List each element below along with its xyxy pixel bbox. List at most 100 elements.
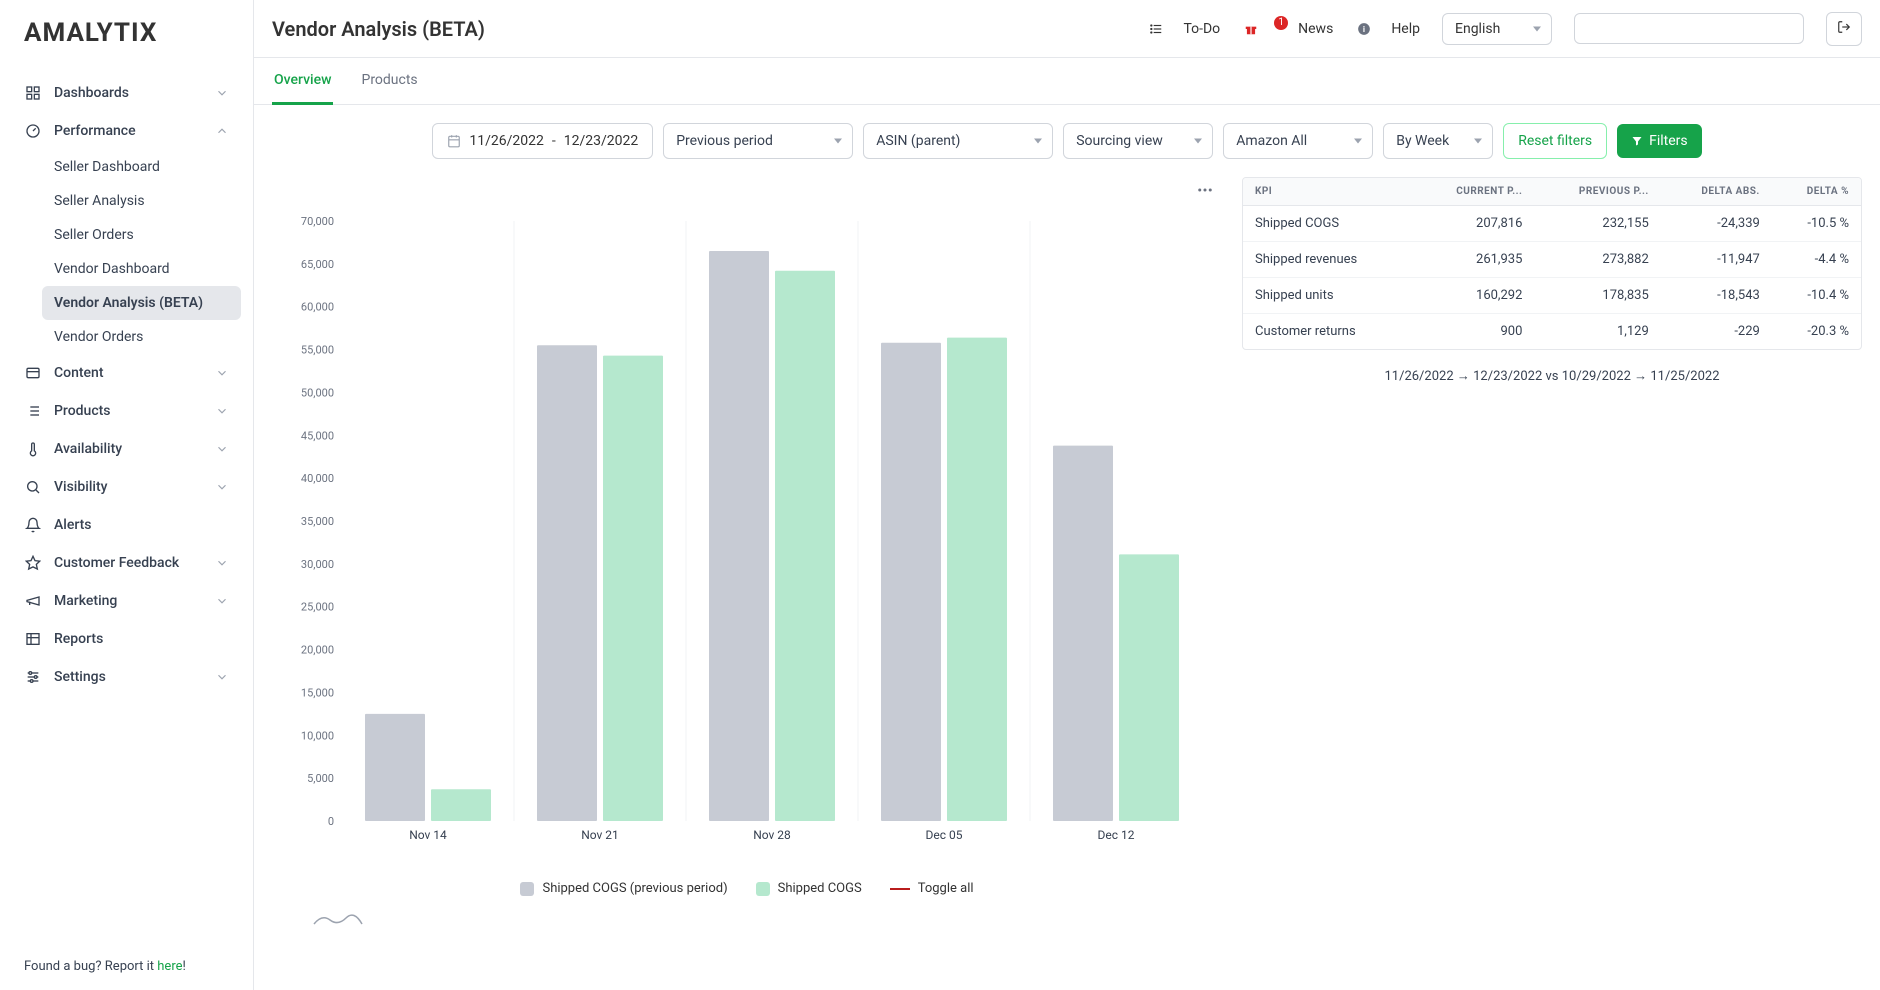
- nav-sub-seller-dashboard[interactable]: Seller Dashboard: [42, 150, 241, 184]
- nav-sub-vendor-orders[interactable]: Vendor Orders: [42, 320, 241, 354]
- nav-item-availability[interactable]: Availability: [12, 430, 241, 468]
- chart-more-icon[interactable]: [1192, 177, 1218, 207]
- nav-sub-seller-orders[interactable]: Seller Orders: [42, 218, 241, 252]
- list-icon: [24, 402, 42, 420]
- nav-sub-seller-analysis[interactable]: Seller Analysis: [42, 184, 241, 218]
- megaphone-icon: [24, 592, 42, 610]
- main: Vendor Analysis (BETA) To-Do 1 News i He…: [254, 0, 1880, 990]
- news-badge: 1: [1274, 16, 1288, 30]
- marketplace-select[interactable]: Amazon All: [1223, 123, 1373, 159]
- kpi-col-2: PREVIOUS P...: [1534, 178, 1660, 206]
- kpi-row[interactable]: Customer returns9001,129-229-20.3 %: [1243, 314, 1861, 350]
- top-search-input[interactable]: [1574, 13, 1804, 44]
- nav-item-reports[interactable]: Reports: [12, 620, 241, 658]
- chart-legend: Shipped COGS (previous period) Shipped CO…: [272, 881, 1222, 896]
- svg-text:50,000: 50,000: [301, 386, 334, 399]
- help-link[interactable]: i Help: [1355, 20, 1420, 38]
- kpi-col-4: DELTA %: [1772, 178, 1861, 206]
- view-select[interactable]: Sourcing view: [1063, 123, 1213, 159]
- svg-text:5,000: 5,000: [307, 772, 334, 785]
- svg-text:15,000: 15,000: [301, 686, 334, 699]
- tab-overview[interactable]: Overview: [272, 58, 333, 105]
- compare-select[interactable]: Previous period: [663, 123, 853, 159]
- nav-item-performance[interactable]: Performance: [12, 112, 241, 150]
- kpi-row[interactable]: Shipped revenues261,935273,882-11,947-4.…: [1243, 242, 1861, 278]
- chevron-down-icon: [215, 404, 229, 418]
- tabs: Overview Products: [254, 58, 1880, 105]
- svg-text:Dec 12: Dec 12: [1098, 828, 1135, 842]
- chevron-down-icon: [215, 556, 229, 570]
- svg-text:35,000: 35,000: [301, 515, 334, 528]
- info-icon: i: [1355, 20, 1373, 38]
- calendar-icon: [447, 134, 461, 148]
- kpi-col-1: CURRENT P...: [1413, 178, 1534, 206]
- filters-button[interactable]: Filters: [1617, 124, 1702, 158]
- language-select[interactable]: English: [1442, 13, 1552, 45]
- gift-icon: [1242, 20, 1260, 38]
- nav-item-visibility[interactable]: Visibility: [12, 468, 241, 506]
- nav-item-dashboards[interactable]: Dashboards: [12, 74, 241, 112]
- date-range-note: 11/26/2022 → 12/23/2022 vs 10/29/2022 → …: [1242, 368, 1862, 384]
- kpi-panel: KPICURRENT P...PREVIOUS P...DELTA ABS.DE…: [1242, 177, 1862, 384]
- sliders-icon: [24, 668, 42, 686]
- svg-text:30,000: 30,000: [301, 558, 334, 571]
- svg-text:20,000: 20,000: [301, 644, 334, 657]
- nav-item-alerts[interactable]: Alerts: [12, 506, 241, 544]
- svg-text:45,000: 45,000: [301, 429, 334, 442]
- chevron-up-icon: [215, 124, 229, 138]
- kpi-col-3: DELTA ABS.: [1661, 178, 1772, 206]
- gauge-icon: [24, 122, 42, 140]
- svg-text:0: 0: [328, 815, 334, 828]
- kpi-row[interactable]: Shipped units160,292178,835-18,543-10.4 …: [1243, 278, 1861, 314]
- nav-sub-vendor-dashboard[interactable]: Vendor Dashboard: [42, 252, 241, 286]
- filter-icon: [1631, 135, 1643, 147]
- news-link[interactable]: 1 News: [1242, 20, 1333, 38]
- legend-item[interactable]: Shipped COGS (previous period): [520, 881, 727, 896]
- svg-text:Nov 21: Nov 21: [581, 828, 619, 842]
- star-icon: [24, 554, 42, 572]
- thermometer-icon: [24, 440, 42, 458]
- nav-item-products[interactable]: Products: [12, 392, 241, 430]
- granularity-select[interactable]: By Week: [1383, 123, 1493, 159]
- svg-text:Nov 14: Nov 14: [409, 828, 447, 842]
- svg-text:55,000: 55,000: [301, 344, 334, 357]
- svg-text:70,000: 70,000: [301, 215, 334, 228]
- nav-item-customer-feedback[interactable]: Customer Feedback: [12, 544, 241, 582]
- chevron-down-icon: [215, 442, 229, 456]
- table-icon: [24, 630, 42, 648]
- nav-sub-vendor-analysis-beta-[interactable]: Vendor Analysis (BETA): [42, 286, 241, 320]
- bell-icon: [24, 516, 42, 534]
- reset-filters-button[interactable]: Reset filters: [1503, 123, 1607, 159]
- filters-bar: 11/26/2022 - 12/23/2022 Previous period …: [254, 105, 1880, 177]
- svg-text:60,000: 60,000: [301, 301, 334, 314]
- svg-text:40,000: 40,000: [301, 472, 334, 485]
- bug-suffix: !: [183, 959, 186, 974]
- nav-item-content[interactable]: Content: [12, 354, 241, 392]
- chart-scrubber-icon[interactable]: [312, 910, 1222, 932]
- topbar: Vendor Analysis (BETA) To-Do 1 News i He…: [254, 0, 1880, 58]
- bug-link[interactable]: here: [157, 959, 182, 974]
- todo-link[interactable]: To-Do: [1147, 20, 1220, 38]
- legend-toggle-all[interactable]: Toggle all: [890, 881, 974, 896]
- chevron-down-icon: [215, 480, 229, 494]
- sidebar: AMALYTIX DashboardsPerformanceSeller Das…: [0, 0, 254, 990]
- chevron-down-icon: [215, 366, 229, 380]
- svg-text:Nov 28: Nov 28: [753, 828, 791, 842]
- kpi-row[interactable]: Shipped COGS207,816232,155-24,339-10.5 %: [1243, 206, 1861, 242]
- nav-item-marketing[interactable]: Marketing: [12, 582, 241, 620]
- asin-select[interactable]: ASIN (parent): [863, 123, 1053, 159]
- legend-item[interactable]: Shipped COGS: [756, 881, 862, 896]
- chart-panel: 05,00010,00015,00020,00025,00030,00035,0…: [272, 177, 1222, 932]
- logo: AMALYTIX: [0, 0, 253, 66]
- search-icon: [24, 478, 42, 496]
- svg-text:Dec 05: Dec 05: [926, 828, 963, 842]
- nav-item-settings[interactable]: Settings: [12, 658, 241, 696]
- bar-chart: 05,00010,00015,00020,00025,00030,00035,0…: [272, 211, 1222, 865]
- bug-prefix: Found a bug? Report it: [24, 959, 157, 974]
- logout-button[interactable]: [1826, 12, 1862, 46]
- tab-products[interactable]: Products: [359, 58, 419, 105]
- chevron-down-icon: [215, 594, 229, 608]
- svg-text:i: i: [1363, 23, 1365, 33]
- content-icon: [24, 364, 42, 382]
- date-range-picker[interactable]: 11/26/2022 - 12/23/2022: [432, 123, 653, 159]
